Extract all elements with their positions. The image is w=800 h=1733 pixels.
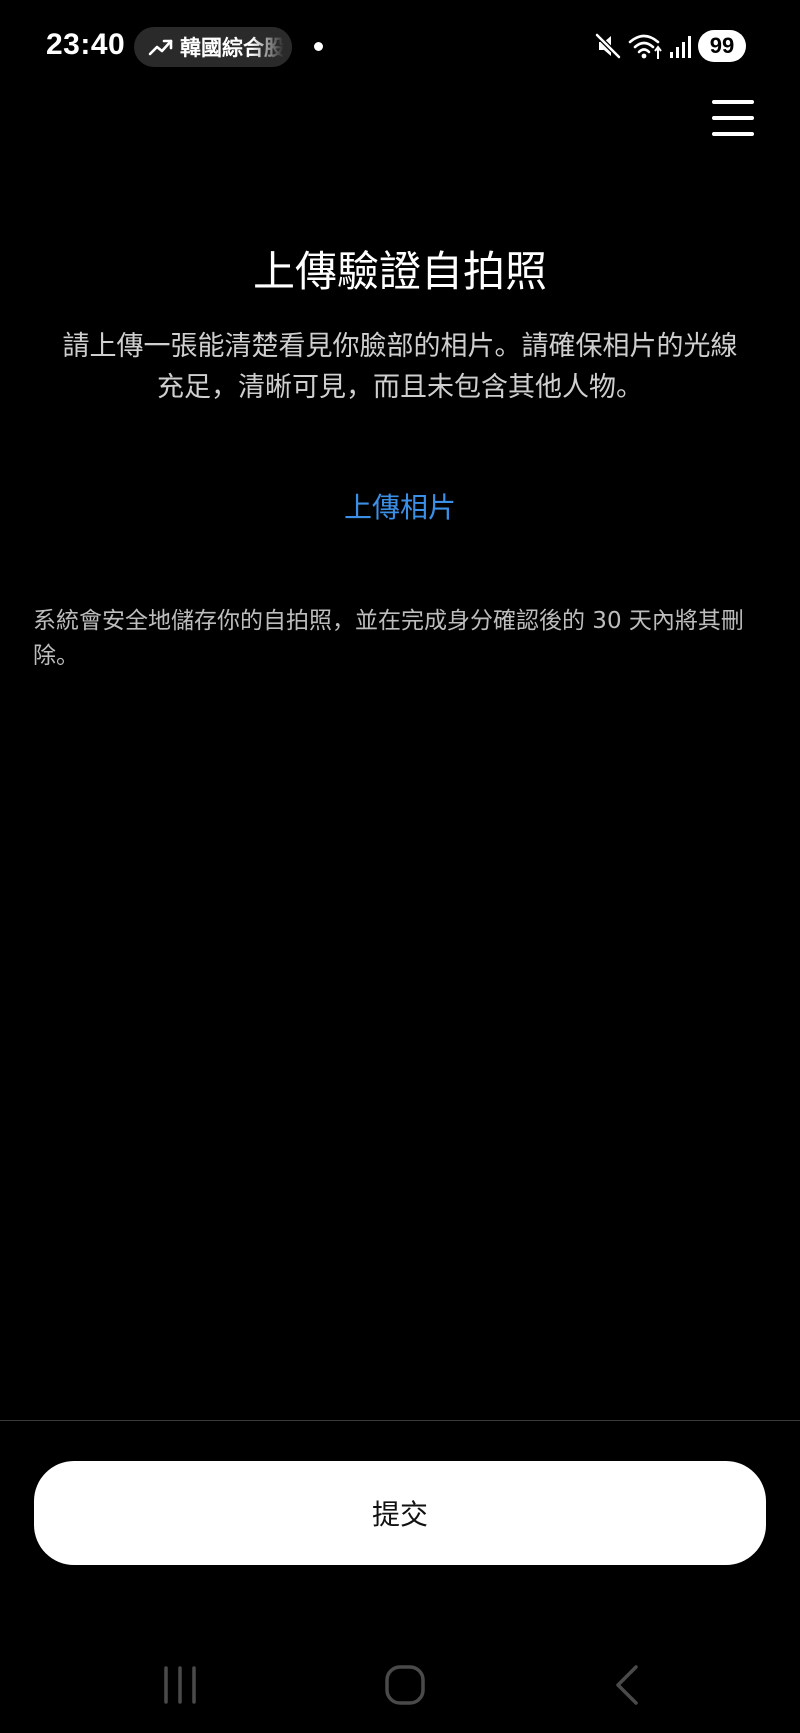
page-title: 上傳驗證自拍照 bbox=[252, 247, 547, 296]
instructions-text: 請上傳一張能清楚看見你臉部的相片。請確保相片的光線充足，清晰可見，而且未包含其他… bbox=[62, 331, 738, 403]
mute-icon bbox=[595, 33, 621, 59]
navigation-bar bbox=[0, 1640, 800, 1733]
menu-line bbox=[712, 116, 754, 120]
submit-button[interactable]: 提交 bbox=[34, 1461, 766, 1565]
status-bar: 23:40 韓國綜合股 99 bbox=[0, 0, 800, 94]
hamburger-menu-icon[interactable] bbox=[710, 98, 756, 138]
back-icon[interactable] bbox=[604, 1662, 654, 1708]
notification-dot bbox=[314, 42, 323, 51]
upload-photo-link[interactable]: 上傳相片 bbox=[0, 486, 800, 526]
home-icon[interactable] bbox=[380, 1662, 430, 1708]
menu-line bbox=[712, 132, 754, 136]
signal-icon bbox=[670, 36, 691, 58]
stock-ticker-chip[interactable]: 韓國綜合股 bbox=[134, 27, 292, 67]
privacy-note: 系統會安全地儲存你的自拍照，並在完成身分確認後的 30 天內將其刪除。 bbox=[33, 608, 744, 669]
battery-icon: 99 bbox=[698, 30, 746, 62]
status-time: 23:40 bbox=[46, 28, 126, 61]
trending-up-icon bbox=[148, 39, 173, 56]
wifi-icon bbox=[628, 34, 662, 59]
footer-divider bbox=[0, 1420, 800, 1421]
ticker-fade bbox=[252, 27, 292, 67]
menu-line bbox=[712, 100, 754, 104]
recent-apps-icon[interactable] bbox=[156, 1662, 206, 1708]
